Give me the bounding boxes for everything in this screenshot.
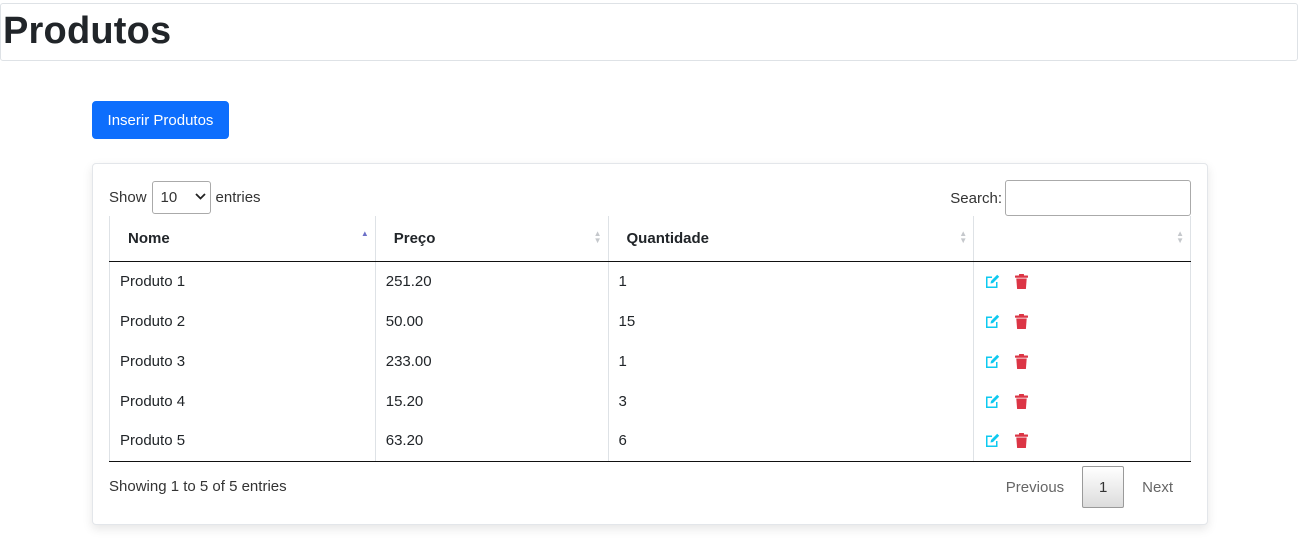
pagination: Previous 1 Next (988, 466, 1191, 508)
trash-icon[interactable] (1013, 353, 1030, 370)
products-card: Show 10 entries Search: Nome ▲ Preço ▲▼ (92, 163, 1208, 525)
cell-nome: Produto 2 (109, 301, 376, 341)
edit-icon[interactable] (984, 432, 1001, 449)
column-header-actions[interactable]: ▲ ▼ (973, 216, 1191, 262)
insert-products-button[interactable]: Inserir Produtos (92, 101, 229, 139)
table-row: Produto 1 251.20 1 (109, 261, 1191, 301)
cell-preco: 50.00 (375, 301, 609, 341)
search-control: Search: (950, 180, 1191, 216)
trash-icon[interactable] (1013, 432, 1030, 449)
cell-nome: Produto 1 (109, 261, 376, 301)
cell-actions (973, 381, 1191, 421)
cell-quantidade: 6 (608, 421, 975, 462)
cell-actions (973, 301, 1191, 341)
entries-length-select[interactable]: 10 (151, 180, 211, 214)
sort-ascending-icon: ▲ (360, 229, 369, 238)
length-prefix-label: Show (109, 188, 147, 206)
edit-icon[interactable] (984, 353, 1001, 370)
cell-actions (973, 421, 1191, 462)
table-row: Produto 5 63.20 6 (109, 421, 1191, 462)
cell-quantidade: 1 (608, 261, 975, 301)
trash-icon[interactable] (1013, 393, 1030, 410)
column-header-label: Preço (393, 229, 436, 247)
table-header-row: Nome ▲ Preço ▲ ▼ Quantidade ▲ ▼ ▲ ▼ (109, 216, 1191, 262)
length-suffix-label: entries (215, 188, 261, 206)
cell-actions (973, 341, 1191, 381)
sort-both-icon: ▲ ▼ (1176, 229, 1184, 245)
column-header-preco[interactable]: Preço ▲ ▼ (375, 216, 609, 262)
row-actions (984, 313, 1180, 330)
page-button-current[interactable]: 1 (1082, 466, 1125, 508)
row-actions (984, 432, 1180, 449)
table-info: Showing 1 to 5 of 5 entries (109, 478, 287, 495)
entries-length-value: 10 (160, 188, 178, 206)
cell-preco: 233.00 (375, 341, 609, 381)
cell-nome: Produto 4 (109, 381, 376, 421)
products-table: Nome ▲ Preço ▲ ▼ Quantidade ▲ ▼ ▲ ▼ Produto… (109, 216, 1191, 462)
cell-quantidade: 3 (608, 381, 975, 421)
sort-both-icon: ▲ ▼ (959, 229, 968, 245)
cell-nome: Produto 5 (109, 421, 376, 462)
table-row: Produto 3 233.00 1 (109, 341, 1191, 381)
cell-quantidade: 15 (608, 301, 975, 341)
cell-quantidade: 1 (608, 341, 975, 381)
trash-icon[interactable] (1013, 273, 1030, 290)
table-row: Produto 2 50.00 15 (109, 301, 1191, 341)
entries-length-control: Show 10 entries (109, 180, 261, 214)
page-title: Produtos (3, 10, 172, 52)
table-row: Produto 4 15.20 3 (109, 381, 1191, 421)
column-header-nome[interactable]: Nome ▲ (109, 216, 376, 262)
sort-both-icon: ▲ ▼ (593, 229, 602, 245)
row-actions (984, 273, 1180, 290)
column-header-label: Quantidade (626, 229, 710, 247)
edit-icon[interactable] (984, 313, 1001, 330)
column-header-label: Nome (128, 229, 170, 247)
row-actions (984, 353, 1180, 370)
cell-preco: 251.20 (375, 261, 609, 301)
previous-page-button[interactable]: Previous (988, 466, 1082, 508)
search-label: Search: (950, 189, 1002, 207)
next-page-button[interactable]: Next (1124, 466, 1191, 508)
edit-icon[interactable] (984, 273, 1001, 290)
cell-preco: 63.20 (375, 421, 609, 462)
row-actions (984, 393, 1180, 410)
edit-icon[interactable] (984, 393, 1001, 410)
cell-preco: 15.20 (375, 381, 609, 421)
chevron-down-icon (194, 191, 206, 203)
page-header: Produtos (0, 3, 1298, 61)
column-header-quantidade[interactable]: Quantidade ▲ ▼ (608, 216, 975, 262)
cell-actions (973, 261, 1191, 301)
trash-icon[interactable] (1013, 313, 1030, 330)
search-input[interactable] (1005, 180, 1191, 216)
cell-nome: Produto 3 (109, 341, 376, 381)
